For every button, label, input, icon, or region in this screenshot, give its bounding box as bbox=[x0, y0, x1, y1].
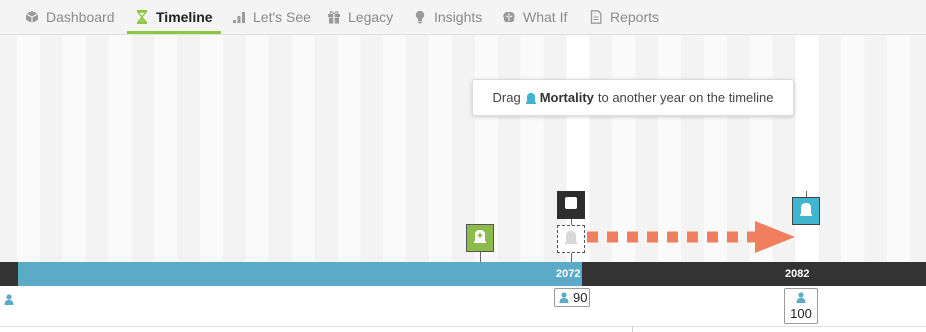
person-icon bbox=[796, 292, 806, 303]
mortality-marker[interactable] bbox=[792, 197, 820, 225]
year-column bbox=[910, 35, 926, 262]
tab-dashboard[interactable]: Dashboard bbox=[25, 0, 115, 34]
mortality-ghost-placeholder bbox=[557, 225, 585, 253]
main-tab-bar: Dashboard Timeline Let's See Legacy Insi… bbox=[0, 0, 926, 35]
year-column bbox=[429, 35, 452, 262]
year-column bbox=[841, 35, 865, 262]
age-badge-current: 90 bbox=[554, 288, 590, 307]
timeline-canvas[interactable]: Drag Mortality to another year on the ti… bbox=[0, 35, 926, 262]
tab-legacy-label: Legacy bbox=[348, 9, 394, 25]
year-column bbox=[360, 35, 384, 262]
tombstone-icon bbox=[525, 92, 537, 104]
tab-reports-label: Reports bbox=[610, 9, 660, 25]
tooltip-mortality-label: Mortality bbox=[539, 90, 594, 105]
drag-hint-tooltip: Drag Mortality to another year on the ti… bbox=[472, 79, 794, 116]
year-column bbox=[39, 35, 63, 262]
year-column bbox=[520, 35, 544, 262]
year-column bbox=[223, 35, 246, 262]
year-column bbox=[497, 35, 521, 262]
ghost-stem bbox=[571, 253, 572, 262]
year-label-current: 2072 bbox=[556, 268, 581, 280]
tab-dashboard-label: Dashboard bbox=[46, 9, 115, 25]
year-column bbox=[154, 35, 178, 262]
tab-what-if[interactable]: What If bbox=[502, 0, 567, 34]
tombstone-icon bbox=[798, 201, 814, 222]
hourglass-icon bbox=[135, 10, 149, 24]
year-column bbox=[200, 35, 223, 262]
tab-lets-see-label: Let's See bbox=[253, 9, 311, 25]
stop-square-icon bbox=[564, 196, 578, 215]
year-column bbox=[291, 35, 315, 262]
year-column bbox=[818, 35, 842, 262]
year-column bbox=[887, 35, 910, 262]
gift-icon bbox=[327, 10, 341, 24]
drag-direction-arrow bbox=[587, 221, 795, 253]
tab-legacy[interactable]: Legacy bbox=[327, 0, 393, 34]
year-column bbox=[62, 35, 86, 262]
age-target-value: 100 bbox=[790, 306, 812, 321]
event-marker-green[interactable] bbox=[466, 224, 494, 252]
year-column bbox=[245, 35, 269, 262]
person-icon bbox=[4, 292, 14, 310]
year-column bbox=[16, 35, 40, 262]
year-column bbox=[314, 35, 338, 262]
tab-insights-label: Insights bbox=[434, 9, 483, 25]
year-column bbox=[864, 35, 888, 262]
divider bbox=[0, 326, 926, 327]
tab-timeline[interactable]: Timeline bbox=[127, 0, 221, 34]
year-column bbox=[108, 35, 132, 262]
age-badge-target: 100 bbox=[784, 288, 818, 324]
event-stem bbox=[480, 252, 481, 262]
tab-timeline-label: Timeline bbox=[156, 9, 213, 25]
age-current-value: 90 bbox=[573, 290, 588, 305]
document-icon bbox=[589, 10, 603, 24]
bar-chart-icon bbox=[232, 10, 246, 24]
year-column bbox=[177, 35, 201, 262]
year-column bbox=[131, 35, 155, 262]
person-icon bbox=[559, 292, 569, 303]
lightbulb-icon bbox=[413, 10, 427, 24]
brain-icon bbox=[502, 10, 516, 24]
year-column bbox=[406, 35, 430, 262]
year-column bbox=[85, 35, 109, 262]
year-column bbox=[0, 35, 17, 262]
divider-tick bbox=[632, 326, 633, 332]
timeline-lived-span bbox=[18, 262, 582, 286]
year-column bbox=[337, 35, 361, 262]
tooltip-prefix: Drag bbox=[492, 90, 521, 105]
cube-icon bbox=[25, 10, 39, 24]
year-column bbox=[268, 35, 292, 262]
tab-reports[interactable]: Reports bbox=[589, 0, 659, 34]
tab-insights[interactable]: Insights bbox=[413, 0, 482, 34]
tab-what-if-label: What If bbox=[523, 9, 568, 25]
year-column bbox=[383, 35, 407, 262]
tombstone-icon bbox=[563, 229, 579, 250]
tombstone-icon bbox=[472, 228, 488, 249]
drag-handle[interactable] bbox=[557, 191, 585, 219]
tab-lets-see[interactable]: Let's See bbox=[232, 0, 311, 34]
tooltip-suffix: to another year on the timeline bbox=[597, 90, 774, 105]
year-label-target: 2082 bbox=[785, 268, 810, 280]
